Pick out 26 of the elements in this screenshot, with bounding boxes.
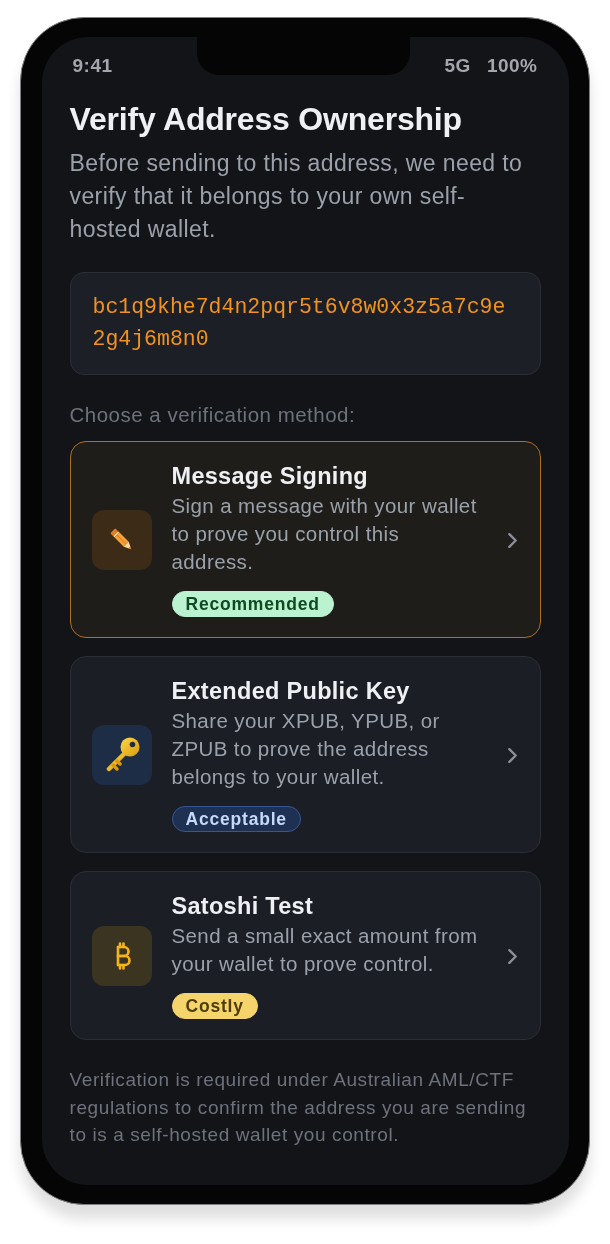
method-description: Share your XPUB, YPUB, or ZPUB to prove the address belongs to your wallet. <box>171 708 441 790</box>
method-description: Send a small exact amount from your wallet to prove control. <box>171 923 479 977</box>
method-title: Message Signing <box>171 463 368 489</box>
status-time: 9:41 <box>72 55 113 77</box>
method-card[interactable]: Extended Public Key Share your XPUB, YPUB, or ZPUB to prove the address belongs to your wallet. Acceptable <box>69 656 541 853</box>
section-label: Choose a verification method: <box>69 403 357 427</box>
network-label: 5G <box>444 55 471 77</box>
method-tag: Recommended <box>171 591 334 617</box>
footnote-text: Verification is required under Australian AML/CTF regulations to confirm the address you are sending to is a self-hosted wallet you control. <box>69 1068 528 1147</box>
bitcoin-icon <box>91 926 152 986</box>
chevron-right-icon <box>506 746 518 764</box>
chevron-right-icon <box>506 531 518 549</box>
key-icon <box>91 725 152 785</box>
method-tag: Acceptable <box>171 806 301 832</box>
method-title: Satoshi Test <box>171 893 314 919</box>
intro-text: Before sending to this address, we need to verify that it belongs to your own self-hosted wallet. <box>69 149 524 244</box>
pencil-icon <box>91 510 152 570</box>
method-description: Sign a message with your wallet to prove you control this address. <box>171 493 478 575</box>
method-card[interactable]: Message Signing Sign a message with your wallet to prove you control this address. Recommended <box>69 441 541 638</box>
page-title: Verify Address Ownership <box>69 101 463 137</box>
method-card[interactable]: Satoshi Test Send a small exact amount from your wallet to prove control. Costly <box>69 871 541 1040</box>
battery-percent: 100% <box>486 55 538 77</box>
wallet-address: bc1q9khe7d4n2pqr5t6v8w0x3z5a7c9e2g4j6m8n0 <box>69 272 541 375</box>
method-tag: Costly <box>171 993 258 1019</box>
chevron-right-icon <box>506 947 518 965</box>
method-title: Extended Public Key <box>171 678 410 704</box>
